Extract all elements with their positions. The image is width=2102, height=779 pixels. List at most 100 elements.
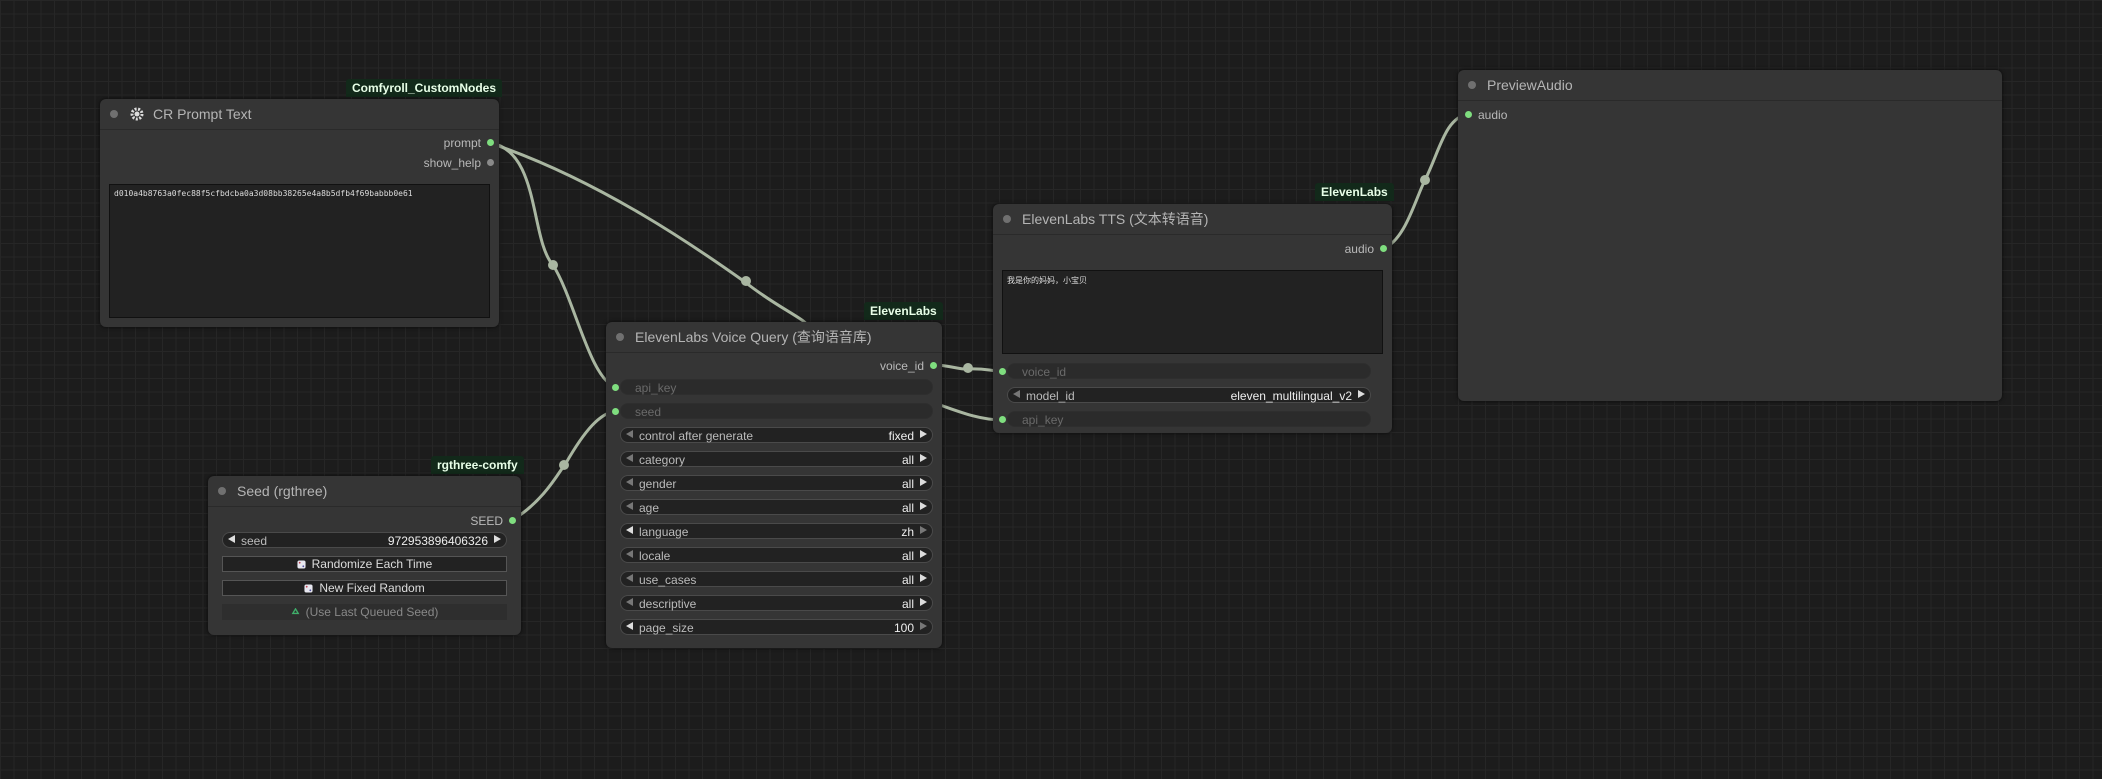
decrement-arrow-icon[interactable] [626,598,633,606]
age-widget[interactable]: age all [620,499,933,515]
output-slot-audio[interactable] [1380,245,1387,252]
widget-label: api_key [1022,413,1064,427]
widget-label: voice_id [1022,365,1067,379]
increment-arrow-icon[interactable] [920,502,927,510]
node-elevenlabs-voice-query[interactable]: ElevenLabs Voice Query (查询语音库) voice_id … [606,322,942,648]
output-label-show-help: show_help [423,156,481,170]
increment-arrow-icon[interactable] [920,430,927,438]
voice-id-input[interactable]: voice_id [1007,363,1371,379]
widget-label: age [639,501,660,515]
increment-arrow-icon[interactable] [494,535,501,543]
api-key-input[interactable]: api_key [1007,411,1371,427]
input-label-audio: audio [1478,108,1508,122]
output-slot-seed[interactable] [509,517,516,524]
node-title-bar[interactable]: PreviewAudio [1458,70,2002,101]
graph-canvas[interactable]: Comfyroll_CustomNodes CR Prompt Text pro… [0,0,2102,779]
node-title: PreviewAudio [1487,77,1573,93]
dice-icon [297,560,306,569]
link-midpoint [559,460,569,470]
prompt-textarea[interactable]: d010a4b8763a0fec88f5cfbdcba0a3d08bb38265… [109,184,490,318]
node-preview-audio[interactable]: PreviewAudio audio [1458,70,2002,401]
output-label-prompt: prompt [443,136,481,150]
decrement-arrow-icon[interactable] [626,622,633,630]
output-slot-prompt[interactable] [487,139,494,146]
widget-value: 972953896406326 [387,534,488,548]
node-title: ElevenLabs TTS (文本转语音) [1022,211,1209,227]
input-slot-api-key[interactable] [612,384,619,391]
collapse-dot[interactable] [110,110,118,118]
output-slot-voice-id[interactable] [930,362,937,369]
decrement-arrow-icon[interactable] [626,478,633,486]
category-widget[interactable]: category all [620,451,933,467]
collapse-dot[interactable] [218,487,226,495]
collapse-dot[interactable] [1003,215,1011,223]
increment-arrow-icon[interactable] [920,598,927,606]
widget-label: seed [635,405,662,419]
node-title: ElevenLabs Voice Query (查询语音库) [635,329,872,345]
widget-label: category [639,453,686,467]
widget-label: locale [639,549,671,563]
gear-icon [130,107,144,121]
widget-label: page_size [639,621,694,635]
decrement-arrow-icon[interactable] [626,550,633,558]
node-badge: Comfyroll_CustomNodes [346,79,503,97]
node-badge: ElevenLabs [864,302,943,320]
decrement-arrow-icon[interactable] [626,526,633,534]
decrement-arrow-icon[interactable] [626,574,633,582]
increment-arrow-icon[interactable] [920,550,927,558]
use-cases-widget[interactable]: use_cases all [620,571,933,587]
locale-widget[interactable]: locale all [620,547,933,563]
increment-arrow-icon[interactable] [920,454,927,462]
widget-value: all [901,597,914,611]
node-title: Seed (rgthree) [237,483,328,499]
widget-value: 100 [893,621,914,635]
node-title-bar[interactable]: Seed (rgthree) [208,476,521,507]
node-cr-prompt-text[interactable]: CR Prompt Text prompt show_help d010a4b8… [100,99,499,327]
randomize-each-time-button[interactable]: Randomize Each Time [222,556,507,572]
collapse-dot[interactable] [616,333,624,341]
seed-widget[interactable]: seed 972953896406326 [222,532,507,548]
input-slot-audio[interactable] [1465,111,1472,118]
node-title-bar[interactable]: ElevenLabs Voice Query (查询语音库) [606,322,942,353]
control-after-generate-widget[interactable]: control after generate fixed [620,427,933,443]
decrement-arrow-icon[interactable] [626,430,633,438]
link-prompt-apikey-tts [489,141,812,331]
model-id-widget[interactable]: model_id eleven_multilingual_v2 [1007,387,1371,403]
widget-value: fixed [888,429,914,443]
tts-textarea[interactable]: 我是你的妈妈，小宝贝 [1002,270,1383,354]
decrement-arrow-icon[interactable] [626,502,633,510]
node-title-bar[interactable]: ElevenLabs TTS (文本转语音) [993,204,1392,235]
dice-icon [304,584,313,593]
node-title-bar[interactable]: CR Prompt Text [100,99,499,130]
increment-arrow-icon[interactable] [1358,390,1365,398]
api-key-input[interactable]: api_key [620,379,933,395]
widget-value: eleven_multilingual_v2 [1230,389,1352,403]
decrement-arrow-icon[interactable] [626,454,633,462]
input-slot-seed[interactable] [612,408,619,415]
language-widget[interactable]: language zh [620,523,933,539]
node-elevenlabs-tts[interactable]: ElevenLabs TTS (文本转语音) audio 我是你的妈妈，小宝贝 … [993,204,1392,433]
decrement-arrow-icon[interactable] [1013,390,1020,398]
input-slot-api-key[interactable] [999,416,1006,423]
increment-arrow-icon[interactable] [920,478,927,486]
button-label: New Fixed Random [319,581,425,595]
increment-arrow-icon[interactable] [920,526,927,534]
widget-label: language [639,525,689,539]
new-fixed-random-button[interactable]: New Fixed Random [222,580,507,596]
widget-value: all [901,573,914,587]
use-last-queued-seed-button[interactable]: (Use Last Queued Seed) [222,604,507,620]
input-slot-voice-id[interactable] [999,368,1006,375]
output-slot-show-help[interactable] [487,159,494,166]
output-label-seed: SEED [470,514,503,528]
page-size-widget[interactable]: page_size 100 [620,619,933,635]
increment-arrow-icon[interactable] [920,622,927,630]
seed-input[interactable]: seed [620,403,933,419]
node-seed-rgthree[interactable]: Seed (rgthree) SEED seed 972953896406326… [208,476,521,635]
widget-label: api_key [635,381,677,395]
increment-arrow-icon[interactable] [920,574,927,582]
descriptive-widget[interactable]: descriptive all [620,595,933,611]
gender-widget[interactable]: gender all [620,475,933,491]
collapse-dot[interactable] [1468,81,1476,89]
button-label: (Use Last Queued Seed) [305,605,439,619]
decrement-arrow-icon[interactable] [228,535,235,543]
